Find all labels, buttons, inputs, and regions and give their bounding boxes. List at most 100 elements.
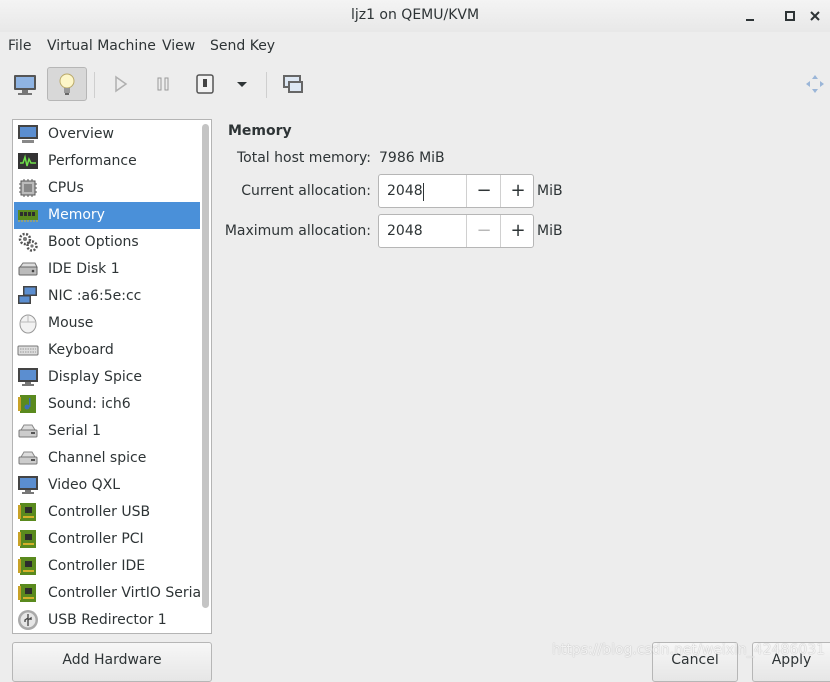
- close-icon: [810, 11, 820, 21]
- sidebar-item-sound-ich6[interactable]: Sound: ich6: [14, 391, 200, 418]
- sidebar-item-nic[interactable]: NIC :a6:5e:cc: [14, 283, 200, 310]
- dropdown-arrow-icon: [237, 82, 247, 87]
- sidebar-item-label: Display Spice: [48, 369, 143, 385]
- sidebar-item-controller-virtio-serial[interactable]: Controller VirtIO Serial: [14, 580, 205, 607]
- maximum-allocation-spinner[interactable]: − +: [378, 214, 534, 248]
- boot-options-icon: [18, 232, 38, 252]
- section-heading: Memory: [228, 123, 292, 139]
- sidebar-item-label: Keyboard: [48, 342, 114, 358]
- add-hardware-button[interactable]: Add Hardware: [12, 642, 212, 682]
- maximum-allocation-increment-button[interactable]: +: [500, 215, 535, 247]
- sidebar-item-label: Mouse: [48, 315, 94, 331]
- sidebar-item-keyboard[interactable]: Keyboard: [14, 337, 200, 364]
- sidebar-item-label: NIC :a6:5e:cc: [48, 288, 142, 304]
- sound-icon: [18, 395, 36, 413]
- resize-icon: [806, 75, 824, 93]
- sidebar-item-boot-options[interactable]: Boot Options: [14, 229, 200, 256]
- sidebar-item-overview[interactable]: Overview: [14, 121, 200, 148]
- menu-send-key[interactable]: Send Key: [210, 38, 275, 54]
- sidebar-item-controller-usb[interactable]: Controller USB: [14, 499, 200, 526]
- minimize-button[interactable]: [740, 6, 760, 26]
- sidebar-item-label: Channel spice: [48, 450, 147, 466]
- title-bar: ljz1 on QEMU/KVM: [0, 0, 830, 32]
- shutdown-menu-button[interactable]: [222, 67, 262, 101]
- controller-card-icon: [18, 530, 36, 548]
- pause-icon: [157, 77, 169, 91]
- network-icon: [18, 286, 37, 304]
- mouse-icon: [19, 314, 37, 334]
- menu-file[interactable]: File: [8, 38, 31, 54]
- monitor-icon: [14, 75, 36, 95]
- sidebar-item-label: IDE Disk 1: [48, 261, 120, 277]
- controller-card-icon: [18, 584, 36, 602]
- menu-view[interactable]: View: [162, 38, 195, 54]
- resize-button[interactable]: [800, 67, 830, 101]
- display-icon: [18, 368, 38, 386]
- run-button[interactable]: [100, 67, 140, 101]
- sidebar-item-serial-1[interactable]: Serial 1: [14, 418, 200, 445]
- minimize-icon: [746, 19, 754, 21]
- disk-icon: [18, 262, 38, 276]
- maximum-allocation-decrement-button[interactable]: −: [466, 215, 501, 247]
- sidebar-item-ide-disk-1[interactable]: IDE Disk 1: [14, 256, 200, 283]
- sidebar-item-memory[interactable]: Memory: [14, 202, 200, 229]
- current-allocation-decrement-button[interactable]: −: [466, 175, 501, 207]
- sidebar-item-video-qxl[interactable]: Video QXL: [14, 472, 200, 499]
- console-button[interactable]: [5, 67, 45, 101]
- fullscreen-icon: [283, 75, 303, 93]
- toolbar-separator: [94, 72, 95, 98]
- sidebar-item-cpus[interactable]: CPUs: [14, 175, 200, 202]
- sidebar-item-label: Sound: ich6: [48, 396, 131, 412]
- text-caret: [423, 183, 424, 201]
- details-button[interactable]: [47, 67, 87, 101]
- serial-icon: [18, 424, 38, 438]
- sidebar-item-label: Controller IDE: [48, 558, 146, 574]
- watermark: https://blog.csdn.net/weixin_42486031: [552, 642, 826, 658]
- maximum-allocation-input[interactable]: [379, 215, 465, 247]
- sidebar-item-label: USB Redirector 1: [48, 612, 167, 628]
- sidebar-item-label: Controller VirtIO Serial: [48, 585, 205, 601]
- menu-virtual-machine[interactable]: Virtual Machine: [47, 38, 156, 54]
- lightbulb-icon: [59, 73, 75, 95]
- sidebar-item-display-spice[interactable]: Display Spice: [14, 364, 200, 391]
- close-button[interactable]: [805, 6, 825, 26]
- total-host-memory-value: 7986 MiB: [379, 150, 445, 166]
- maximum-allocation-label: Maximum allocation:: [224, 223, 371, 239]
- sidebar-scrollbar[interactable]: [202, 124, 209, 608]
- pause-button[interactable]: [143, 67, 183, 101]
- sidebar-item-label: Video QXL: [48, 477, 121, 493]
- sidebar-item-mouse[interactable]: Mouse: [14, 310, 200, 337]
- sidebar-item-channel-spice[interactable]: Channel spice: [14, 445, 200, 472]
- sidebar-item-usb-redirector-1[interactable]: USB Redirector 1: [14, 607, 200, 633]
- maximum-allocation-unit: MiB: [537, 223, 563, 239]
- sidebar-item-label: Overview: [48, 126, 114, 142]
- current-allocation-input[interactable]: [379, 175, 465, 207]
- controller-card-icon: [18, 557, 36, 575]
- sidebar-item-performance[interactable]: Performance: [14, 148, 200, 175]
- maximize-icon: [785, 11, 795, 21]
- usb-icon: [18, 610, 38, 630]
- sidebar-item-controller-pci[interactable]: Controller PCI: [14, 526, 200, 553]
- maximize-button[interactable]: [780, 6, 800, 26]
- sidebar-item-label: Controller PCI: [48, 531, 144, 547]
- toolbar: [0, 64, 830, 106]
- play-icon: [115, 75, 128, 93]
- cpu-icon: [19, 179, 37, 197]
- toolbar-separator: [266, 72, 267, 98]
- channel-icon: [18, 451, 38, 465]
- sidebar-item-label: Serial 1: [48, 423, 101, 439]
- memory-icon: [18, 210, 38, 222]
- hardware-list[interactable]: Overview Performance CPUs Memory Boot Op…: [12, 119, 212, 634]
- keyboard-icon: [17, 345, 39, 356]
- shutdown-button[interactable]: [185, 67, 225, 101]
- sidebar-item-label: Performance: [48, 153, 137, 169]
- fullscreen-button[interactable]: [273, 67, 313, 101]
- sidebar-item-label: CPUs: [48, 180, 84, 196]
- current-allocation-spinner[interactable]: − +: [378, 174, 534, 208]
- sidebar-item-label: Memory: [48, 207, 105, 223]
- sidebar-item-controller-ide[interactable]: Controller IDE: [14, 553, 200, 580]
- power-icon: [196, 74, 214, 94]
- total-host-memory-label: Total host memory:: [236, 150, 371, 166]
- sidebar-item-label: Controller USB: [48, 504, 151, 520]
- current-allocation-increment-button[interactable]: +: [500, 175, 535, 207]
